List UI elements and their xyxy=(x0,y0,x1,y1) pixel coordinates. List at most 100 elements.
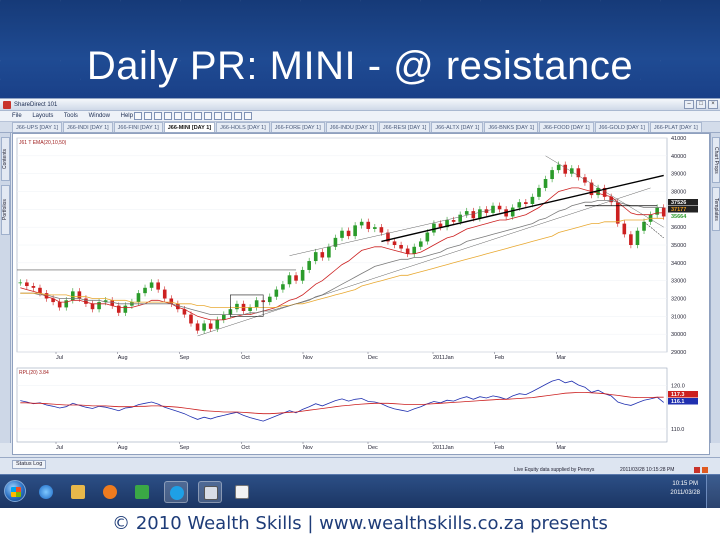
menu-tools[interactable]: Tools xyxy=(64,113,78,119)
rpl-indicator-chart[interactable]: 120.0 110.0 Jul Aug Sep Oct Nov Dec 2011Jan Feb Ma… xyxy=(13,366,709,454)
close-button[interactable]: × xyxy=(708,100,718,109)
chart-tab-10[interactable]: J66-FOOD [DAY 1] xyxy=(539,122,594,132)
toolbar-template-icon[interactable] xyxy=(244,112,252,120)
chart-area[interactable]: 4100040000390003800037000360003500034000… xyxy=(12,133,710,455)
x-tick-label: 2011Jan xyxy=(433,355,454,361)
minimize-button[interactable]: – xyxy=(684,100,694,109)
candle-body xyxy=(208,323,213,329)
folder-icon xyxy=(71,485,85,499)
candle-body xyxy=(412,246,417,254)
toolbar-text-tool-icon[interactable] xyxy=(214,112,222,120)
menu-layouts[interactable]: Layouts xyxy=(32,113,53,119)
x-tick-label: Jul xyxy=(56,445,63,451)
candle-body xyxy=(491,205,495,213)
candle-body xyxy=(458,214,462,222)
toolbar-save-icon[interactable] xyxy=(154,112,162,120)
menu-help[interactable]: Help xyxy=(121,113,133,119)
x-tick-label: Jul xyxy=(56,355,63,361)
candle-body xyxy=(327,246,331,258)
candle-body xyxy=(464,211,469,215)
alert-indicator-icon xyxy=(702,467,708,473)
candle-body xyxy=(222,314,226,320)
window-titlebar: ShareDirect 101 – □ × xyxy=(0,99,720,111)
candle-body xyxy=(359,221,364,226)
candle-body xyxy=(451,220,456,222)
candle-body xyxy=(84,298,88,304)
candle-body xyxy=(425,232,430,242)
chart-tab-9[interactable]: J66-BNKS [DAY 1] xyxy=(484,122,539,132)
taskbar-presentation[interactable] xyxy=(230,481,254,503)
chart-tab-5[interactable]: J66-FORE [DAY 1] xyxy=(270,122,325,132)
data-feed-status: Live Equity data supplied by Pennys xyxy=(514,467,595,473)
toolbar-fib-tool-icon[interactable] xyxy=(224,112,232,120)
x-tick-label: Aug xyxy=(118,445,128,451)
start-button-icon[interactable] xyxy=(4,480,26,502)
price-chart[interactable]: 4100040000390003800037000360003500034000… xyxy=(13,134,709,364)
contents-side-tab[interactable]: Contents xyxy=(1,137,10,181)
candle-body xyxy=(366,221,371,229)
chart-tab-12[interactable]: J66-PLAT [DAY 1] xyxy=(649,122,702,132)
x-tick-label: Nov xyxy=(303,355,313,361)
templates-side-tab[interactable]: Templates xyxy=(712,187,720,231)
candle-body xyxy=(215,319,220,329)
maximize-button[interactable]: □ xyxy=(696,100,706,109)
toolbar-crosshair-icon[interactable] xyxy=(194,112,202,120)
toolbar-zoom-in-icon[interactable] xyxy=(174,112,182,120)
chart-tab-0[interactable]: J66-UPS [DAY 1] xyxy=(12,122,62,132)
chart-tab-1[interactable]: J66-INDI [DAY 1] xyxy=(62,122,113,132)
chart-props-side-tab[interactable]: Chart Props xyxy=(712,137,720,183)
y-tick-label: 34000 xyxy=(671,261,686,267)
system-clock[interactable]: 10:15 PM 2011/03/28 xyxy=(670,480,700,498)
candle-body xyxy=(38,287,42,294)
toolbar-open-icon[interactable] xyxy=(144,112,152,120)
sharedirect-window: ShareDirect 101 – □ × File Layouts Tools… xyxy=(0,98,720,475)
taskbar-sharedirect[interactable] xyxy=(198,481,222,503)
status-bar: Status Log Live Equity data supplied by … xyxy=(0,457,720,475)
messenger-icon xyxy=(135,485,149,499)
candle-body xyxy=(31,286,36,288)
taskbar-ie[interactable] xyxy=(34,481,58,503)
taskbar-explorer[interactable] xyxy=(66,481,90,503)
x-tick-label: Dec xyxy=(368,355,378,361)
price-label: 35664 xyxy=(671,214,687,220)
candle-body xyxy=(530,196,535,204)
status-log-tab[interactable]: Status Log xyxy=(12,460,47,469)
portfolios-side-tab[interactable]: Portfolios xyxy=(1,185,10,235)
toolbar-new-icon[interactable] xyxy=(134,112,142,120)
candle-body xyxy=(635,230,640,245)
candle-body xyxy=(399,245,403,249)
chart-tab-2[interactable]: J66-FINI [DAY 1] xyxy=(113,122,163,132)
candle-body xyxy=(583,177,587,183)
menu-bar: File Layouts Tools Window Help xyxy=(0,111,720,122)
menu-file[interactable]: File xyxy=(12,113,22,119)
chart-tab-11[interactable]: J66-GOLD [DAY 1] xyxy=(594,122,649,132)
price-label: 37526 xyxy=(671,200,686,206)
toolbar-zoom-out-icon[interactable] xyxy=(184,112,192,120)
y-tick-label: 31000 xyxy=(671,314,686,320)
candle-body xyxy=(550,170,554,180)
candle-body xyxy=(136,293,141,303)
candle-body xyxy=(543,179,548,188)
candle-body xyxy=(143,287,147,294)
taskbar-skype[interactable] xyxy=(164,481,188,503)
chart-tab-6[interactable]: J66-INDU [DAY 1] xyxy=(325,122,378,132)
toolbar-indicator-icon[interactable] xyxy=(234,112,242,120)
chart-tab-8[interactable]: J66-ALTX [DAY 1] xyxy=(431,122,484,132)
candle-body xyxy=(294,275,298,281)
show-desktop-button[interactable] xyxy=(706,475,720,509)
y-tick-label: 120.0 xyxy=(671,383,685,389)
candle-body xyxy=(510,207,515,217)
candle-body xyxy=(497,205,502,210)
price-label: 116.1 xyxy=(671,399,684,405)
chart-tab-4[interactable]: J66-HOLS [DAY 1] xyxy=(216,122,270,132)
taskbar-media-player[interactable] xyxy=(98,481,122,503)
toolbar-line-tool-icon[interactable] xyxy=(204,112,212,120)
taskbar-messenger[interactable] xyxy=(130,481,154,503)
menu-window[interactable]: Window xyxy=(89,113,110,119)
candle-body xyxy=(90,303,95,310)
chart-tab-3[interactable]: J66-MINI [DAY 1] xyxy=(163,122,216,132)
chart-tab-7[interactable]: J66-RESI [DAY 1] xyxy=(378,122,431,132)
candle-body xyxy=(524,202,528,204)
toolbar-print-icon[interactable] xyxy=(164,112,172,120)
candle-body xyxy=(97,302,101,310)
